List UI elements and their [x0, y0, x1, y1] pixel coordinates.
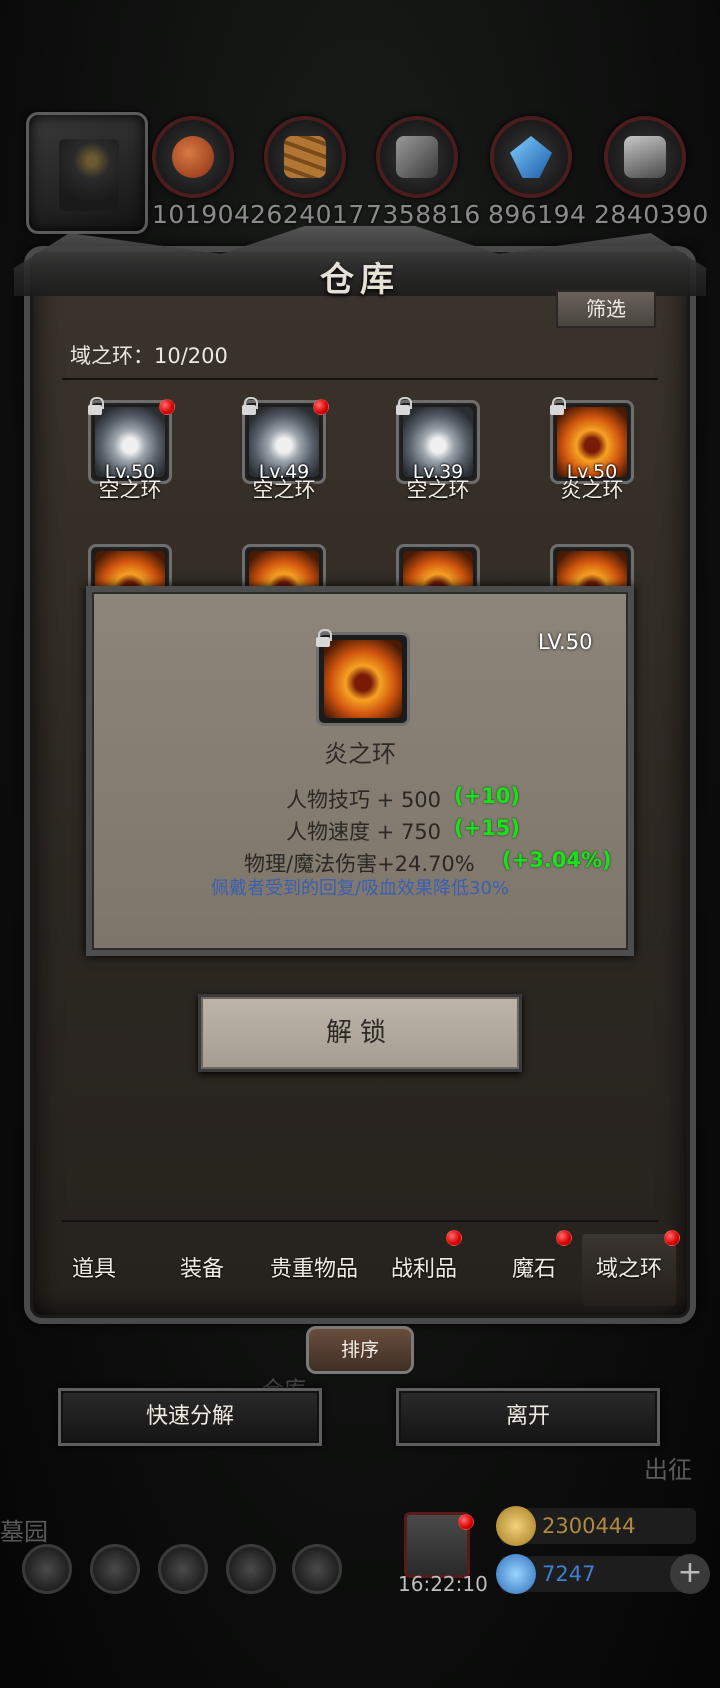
avatar [59, 139, 119, 211]
new-badge [313, 399, 329, 415]
gold-icon [496, 1506, 536, 1546]
gem-icon [496, 1554, 536, 1594]
item-slot-fire-ring[interactable]: Lv.50 [549, 397, 634, 484]
tooltip-item-name: 炎之环 [324, 740, 396, 768]
star-icon[interactable] [90, 1544, 140, 1594]
expedition-label[interactable]: 出征 [644, 1450, 692, 1485]
divider [62, 378, 658, 380]
shield-icon[interactable] [292, 1544, 342, 1594]
category-tabs: 道具 装备 贵重物品 战利品 魔石 域之环 [44, 1230, 680, 1306]
gold-value: 2300444 [542, 1514, 636, 1538]
stone-value: 7358816 [366, 200, 481, 229]
tooltip-item-icon [315, 629, 410, 726]
wood-resource[interactable] [264, 116, 346, 198]
item-tooltip: LV.50 炎之环 人物技巧 + 500 (+10) 人物速度 + 750 (+… [86, 586, 634, 956]
sort-button[interactable]: 排序 [306, 1326, 414, 1374]
event-timer: 16:22:10 [398, 1572, 488, 1596]
lock-icon [241, 397, 258, 415]
lock-icon [87, 397, 104, 415]
ring-count: 域之环：10/200 [70, 340, 228, 370]
resource-bar: 101904 2624017 7358816 896194 2840390 [0, 110, 720, 240]
stat-damage-bonus: (+3.04%) [502, 848, 612, 872]
filter-button[interactable]: 筛选 [556, 290, 656, 328]
lock-icon [315, 629, 332, 647]
loot-badge [446, 1230, 462, 1246]
tab-equipment[interactable]: 装备 [152, 1234, 252, 1306]
stat-speed: 人物速度 + 750 [286, 820, 442, 844]
meat-value: 101904 [152, 200, 251, 229]
add-currency-button[interactable]: + [670, 1554, 710, 1594]
graveyard-label[interactable]: 墓园 [0, 1512, 48, 1547]
settings-icon[interactable] [22, 1544, 72, 1594]
lock-icon [395, 397, 412, 415]
divider [62, 1220, 658, 1222]
mail-icon[interactable] [226, 1544, 276, 1594]
tooltip-level: LV.50 [538, 630, 593, 654]
wood-value: 2624017 [250, 200, 365, 229]
meat-resource[interactable] [152, 116, 234, 198]
item-slot-sky-ring-1[interactable]: Lv.50 [87, 397, 175, 484]
tab-valuables[interactable]: 贵重物品 [254, 1234, 374, 1306]
tab-magic-stone[interactable]: 魔石 [484, 1234, 584, 1306]
tab-loot[interactable]: 战利品 [374, 1234, 474, 1306]
stone-resource[interactable] [376, 116, 458, 198]
tab-items[interactable]: 道具 [44, 1234, 144, 1306]
domain-ring-badge [664, 1230, 680, 1246]
stone-icon [396, 136, 438, 178]
player-portrait[interactable] [26, 112, 148, 234]
new-badge [159, 399, 175, 415]
iron-value: 2840390 [594, 200, 709, 229]
stat-speed-bonus: (+15) [454, 816, 521, 840]
tooltip-penalty-note: 佩戴者受到的回复/吸血效果降低30% [210, 878, 510, 899]
item-name: 炎之环 [560, 478, 624, 502]
ring-count-value: 10/200 [154, 344, 228, 368]
gift-badge [458, 1514, 474, 1530]
iron-icon [624, 136, 666, 178]
item-slot-sky-ring-2[interactable]: Lv.49 [241, 397, 329, 484]
stat-skill-bonus: (+10) [454, 784, 521, 808]
quick-decompose-button[interactable]: 快速分解 [58, 1388, 322, 1446]
crystal-resource[interactable] [490, 116, 572, 198]
wood-icon [284, 136, 326, 178]
gem-value: 7247 [542, 1562, 596, 1586]
item-name: 空之环 [252, 478, 316, 502]
item-name: 空之环 [406, 478, 470, 502]
fire-ring-icon [324, 640, 402, 718]
item-name: 空之环 [98, 478, 162, 502]
tab-domain-ring[interactable]: 域之环 [582, 1234, 676, 1306]
leave-button[interactable]: 离开 [396, 1388, 660, 1446]
crystal-icon [510, 136, 552, 178]
ring-count-label: 域之环： [70, 344, 154, 368]
unlock-button[interactable]: 解锁 [198, 994, 522, 1072]
iron-resource[interactable] [604, 116, 686, 198]
castle-icon[interactable] [158, 1544, 208, 1594]
magic-stone-badge [556, 1230, 572, 1246]
lock-icon [549, 397, 566, 415]
stat-skill: 人物技巧 + 500 [286, 788, 442, 812]
item-slot-sky-ring-3[interactable]: Lv.39 [395, 397, 480, 484]
meat-icon [172, 136, 214, 178]
crystal-value: 896194 [488, 200, 587, 229]
